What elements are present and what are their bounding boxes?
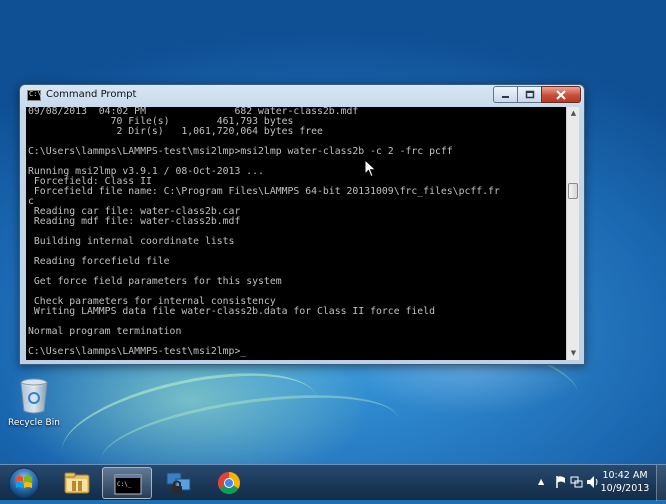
console-scrollbar[interactable]: ▲ ▼	[566, 107, 579, 360]
recycle-bin-label: Recycle Bin	[8, 418, 60, 428]
console-output[interactable]: 09/08/2013 04:02 PM 682 water-class2b.md…	[26, 107, 566, 360]
console-line: Writing LAMMPS data file water-class2b.d…	[28, 306, 435, 317]
clock-date: 10/9/2013	[600, 483, 650, 494]
folder-icon	[64, 472, 90, 494]
notification-area: ▲	[536, 469, 606, 497]
chrome-icon	[218, 472, 240, 494]
mouse-pointer-icon	[365, 160, 377, 178]
console-line: Reading forcefield file	[28, 256, 170, 267]
scroll-up-arrow-icon[interactable]: ▲	[567, 107, 580, 120]
close-button[interactable]	[541, 86, 581, 103]
start-button[interactable]	[4, 466, 44, 500]
system-clock[interactable]: 10:42 AM 10/9/2013	[598, 469, 652, 495]
scroll-down-arrow-icon[interactable]: ▼	[567, 347, 580, 360]
console-line: Normal program termination	[28, 326, 182, 337]
console-line: 2 Dir(s) 1,061,720,064 bytes free	[28, 126, 323, 137]
taskbar: C:\_ ▲ 10:42 AM 10/9/2013	[0, 464, 666, 501]
console-line: Building internal coordinate lists	[28, 236, 235, 247]
minimize-icon	[502, 96, 509, 98]
show-hidden-icons-arrow-icon[interactable]: ▲	[538, 477, 544, 486]
title-icon-label: C:\	[29, 90, 42, 98]
network-icon[interactable]	[570, 475, 584, 489]
window-title: Command Prompt	[46, 89, 137, 100]
console-line: C:\Users\lammps\LAMMPS-test\msi2lmp>msi2…	[28, 146, 453, 157]
recycle-bin-icon	[19, 377, 49, 415]
show-desktop-button[interactable]	[656, 465, 666, 501]
close-icon	[556, 89, 566, 100]
maximize-icon	[525, 90, 534, 99]
svg-text:C:\_: C:\_	[117, 481, 132, 488]
command-prompt-window[interactable]: C:\ Command Prompt 09/08/2013 04:02 PM 6…	[19, 84, 585, 365]
command-prompt-icon: C:\	[27, 90, 42, 101]
scrollbar-thumb[interactable]	[568, 183, 578, 199]
command-prompt-icon: C:\_	[114, 474, 142, 495]
taskbar-network-button[interactable]	[154, 467, 204, 499]
window-titlebar[interactable]: C:\ Command Prompt	[20, 85, 584, 107]
minimize-button[interactable]	[493, 86, 518, 103]
console-line: Reading mdf file: water-class2b.mdf	[28, 216, 241, 227]
console-line: Get force field parameters for this syst…	[28, 276, 282, 287]
console-line: C:\Users\lammps\LAMMPS-test\msi2lmp>	[28, 347, 566, 357]
taskbar-command-prompt-button[interactable]: C:\_	[102, 467, 152, 499]
taskbar-explorer-button[interactable]	[52, 467, 102, 499]
windows-logo-icon	[8, 467, 40, 499]
taskbar-chrome-button[interactable]	[204, 467, 254, 499]
network-lock-icon	[166, 472, 191, 494]
console-text: 09/08/2013 04:02 PM 682 water-class2b.md…	[26, 107, 566, 357]
clock-time: 10:42 AM	[602, 470, 648, 481]
maximize-button[interactable]	[517, 86, 542, 103]
action-center-flag-icon[interactable]	[554, 475, 568, 489]
recycle-bin-shortcut[interactable]: Recycle Bin	[6, 377, 62, 428]
console-line: Forcefield file name: C:\Program Files\L…	[28, 186, 500, 197]
